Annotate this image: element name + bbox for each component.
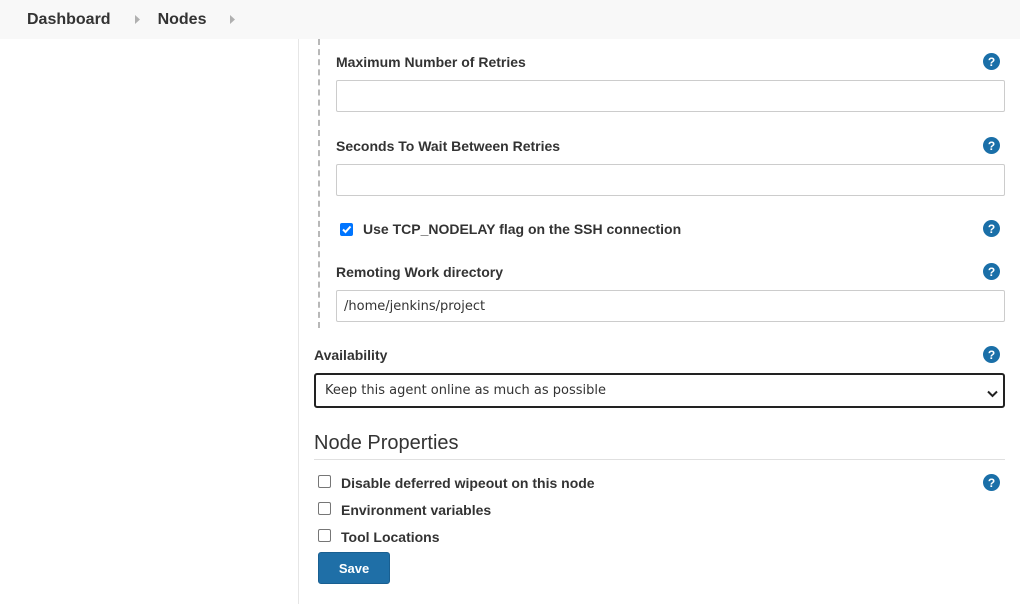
tool-locations-label[interactable]: Tool Locations: [341, 529, 440, 545]
availability-label: Availability: [314, 347, 388, 363]
section-divider: [314, 459, 1005, 460]
tcp-nodelay-label[interactable]: Use TCP_NODELAY flag on the SSH connecti…: [363, 221, 681, 237]
node-properties-heading: Node Properties: [314, 432, 459, 454]
tcp-nodelay-checkbox[interactable]: [340, 223, 353, 236]
availability-selected-value: Keep this agent online as much as possib…: [325, 383, 606, 398]
breadcrumb: Dashboard Nodes: [0, 0, 1020, 39]
max-retries-label: Maximum Number of Retries: [336, 54, 526, 70]
chevron-right-icon[interactable]: [230, 15, 236, 24]
work-dir-input[interactable]: [336, 290, 1005, 322]
breadcrumb-item-dashboard[interactable]: Dashboard: [27, 11, 111, 29]
breadcrumb-item-nodes[interactable]: Nodes: [158, 11, 207, 29]
disable-wipeout-label[interactable]: Disable deferred wipeout on this node: [341, 475, 595, 491]
help-icon[interactable]: ?: [983, 220, 1000, 237]
max-retries-input[interactable]: [336, 80, 1005, 112]
chevron-right-icon[interactable]: [134, 15, 140, 24]
availability-select[interactable]: Keep this agent online as much as possib…: [314, 373, 1005, 408]
environment-variables-checkbox[interactable]: [318, 502, 331, 515]
disable-wipeout-checkbox[interactable]: [318, 475, 331, 488]
nested-section-guide: [318, 39, 320, 328]
help-icon[interactable]: ?: [983, 474, 1000, 491]
retry-wait-input[interactable]: [336, 164, 1005, 196]
retry-wait-label: Seconds To Wait Between Retries: [336, 138, 561, 154]
help-icon[interactable]: ?: [983, 53, 1000, 70]
save-button[interactable]: Save: [318, 552, 390, 584]
work-dir-label: Remoting Work directory: [336, 264, 503, 280]
help-icon[interactable]: ?: [983, 346, 1000, 363]
chevron-down-icon: [987, 385, 998, 401]
tool-locations-checkbox[interactable]: [318, 529, 331, 542]
sidebar-divider: [298, 39, 299, 604]
environment-variables-label[interactable]: Environment variables: [341, 502, 491, 518]
help-icon[interactable]: ?: [983, 263, 1000, 280]
help-icon[interactable]: ?: [983, 137, 1000, 154]
